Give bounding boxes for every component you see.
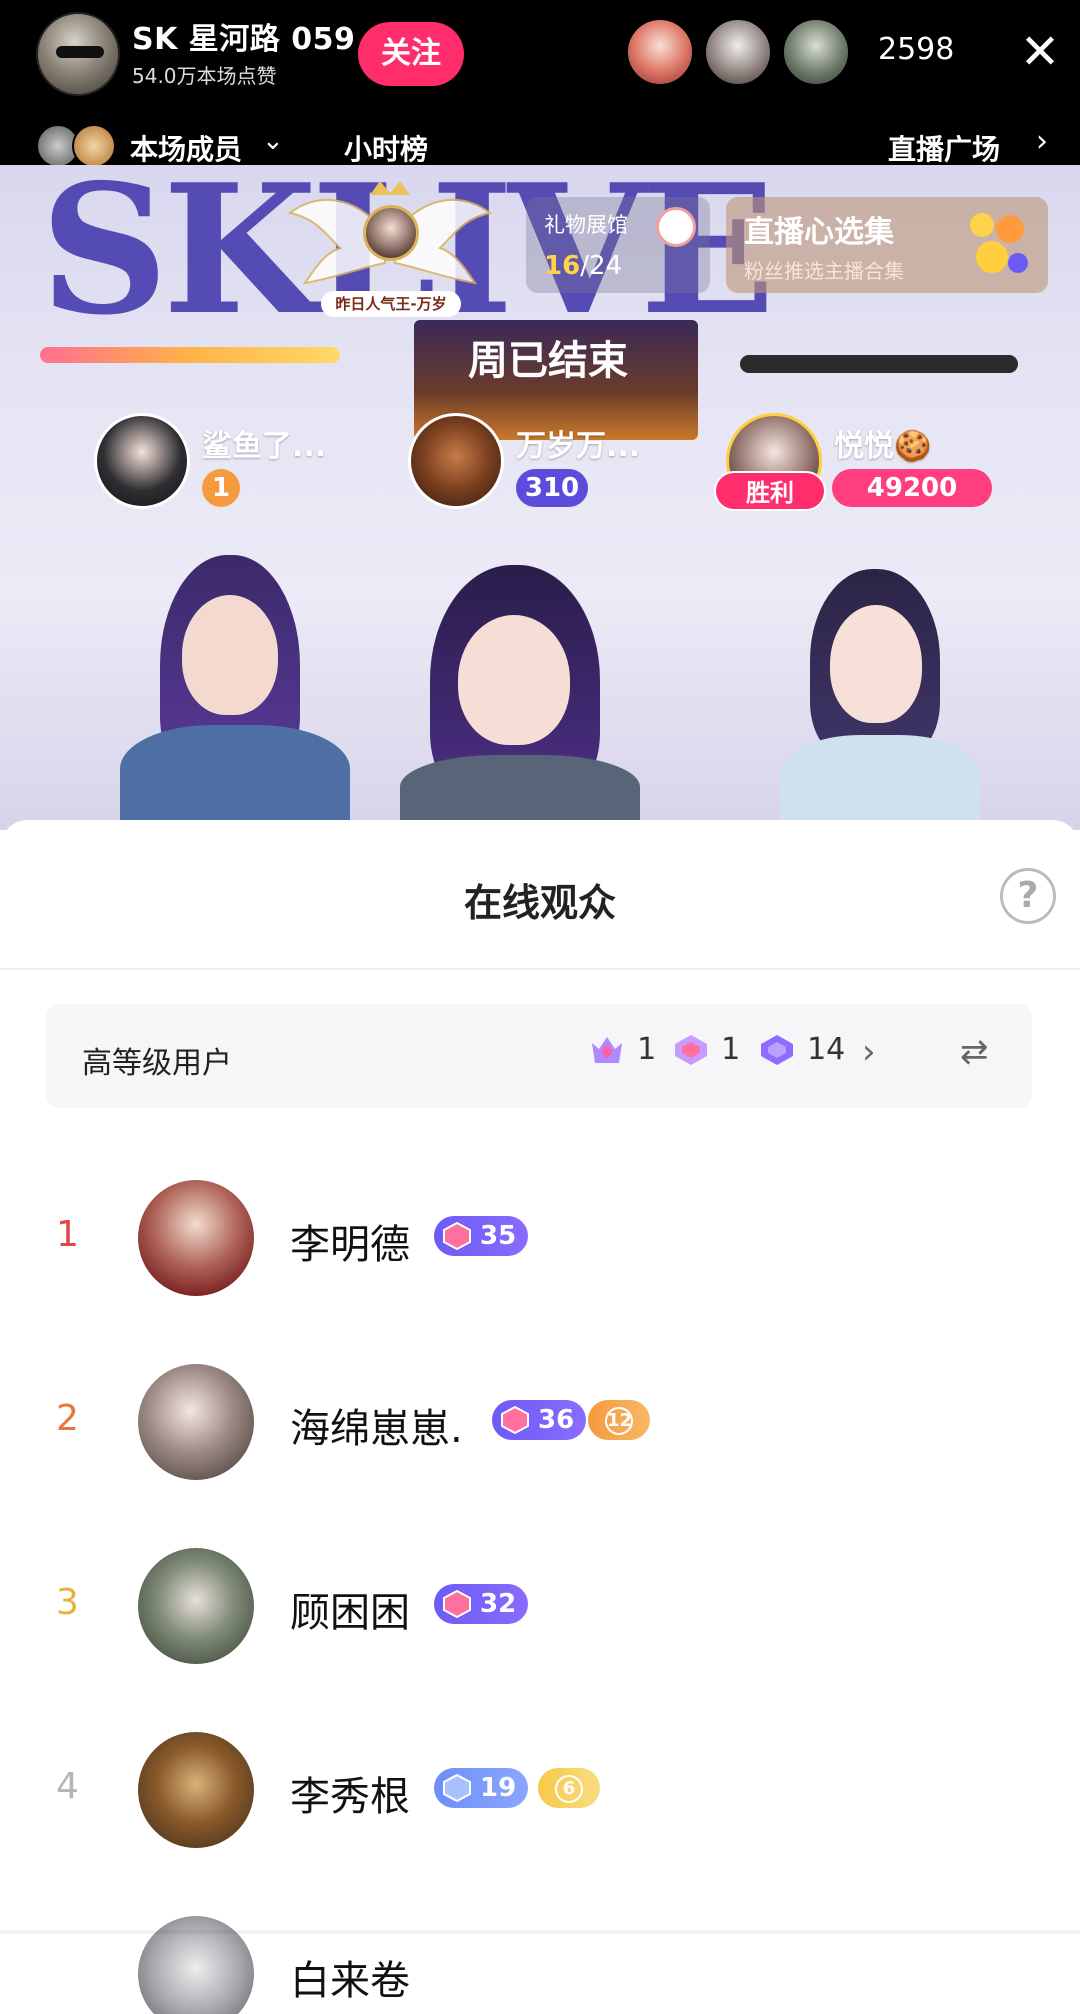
member-avatar <box>72 124 116 168</box>
tier-stat: 1 <box>588 1032 656 1080</box>
chevron-down-icon[interactable]: ⌄ <box>262 126 284 156</box>
rank-number: 4 <box>56 1766 79 1807</box>
swap-icon[interactable]: ⇄ <box>960 1032 989 1072</box>
viewer-name[interactable]: 海绵崽崽. <box>290 1396 463 1454</box>
top-bar: SK 星河路 059 54.0万本场点赞 关注 2598 ✕ 本场成员 ⌄ 小时… <box>0 0 1080 168</box>
rank-number: 1 <box>56 1214 79 1255</box>
level-badge: 32 <box>434 1584 529 1624</box>
fan-level-badge: 6 <box>538 1768 600 1808</box>
divider <box>0 968 1080 970</box>
bottom-shadow <box>0 1930 1080 1934</box>
viewer-name[interactable]: 白来卷 <box>290 1948 410 2006</box>
high-level-users-card[interactable]: 高等级用户 1 1 14 › ⇄ <box>46 1004 1032 1108</box>
weekly-banner-text: 周已结束 <box>468 338 628 384</box>
viewer-row[interactable]: 3 顾困困 32 <box>0 1540 1080 1670</box>
top-viewer-avatar[interactable] <box>704 18 772 86</box>
viewer-avatar[interactable] <box>138 1180 254 1296</box>
seat-name: 万岁万... <box>516 429 641 464</box>
curated-picks-subtitle: 粉丝推选主播合集 <box>744 259 904 283</box>
purple-gem-icon <box>761 1034 793 1065</box>
level-gem-icon <box>443 1590 471 1618</box>
live-plaza-link[interactable]: 直播广场 <box>888 128 1000 168</box>
fan-level-badge: 12 <box>588 1400 650 1440</box>
level-gem-icon <box>443 1222 471 1250</box>
seat-name: 悦悦🍪 <box>834 429 932 464</box>
seat-avatar[interactable] <box>408 413 504 509</box>
gift-hall-card[interactable]: 礼物展馆 16/24 <box>526 197 710 293</box>
top-viewer-avatar[interactable] <box>626 18 694 86</box>
pk-progress-bar-right <box>740 355 1018 373</box>
host-likes: 54.0万本场点赞 <box>132 64 277 88</box>
curated-picks-card[interactable]: 直播心选集 粉丝推选主播合集 <box>726 197 1048 293</box>
viewer-row[interactable]: 2 海绵崽崽. 36 12 <box>0 1356 1080 1486</box>
rank-number: 3 <box>56 1582 79 1623</box>
sheet-title: 在线观众 <box>463 881 616 925</box>
members-row: 本场成员 ⌄ 小时榜 直播广场 › <box>0 122 1080 168</box>
host-name[interactable]: SK 星河路 059 <box>132 14 355 58</box>
help-icon[interactable]: ? <box>1000 868 1056 924</box>
viewer-avatar[interactable] <box>138 1364 254 1480</box>
gift-hall-progress: 16/24 <box>544 251 623 281</box>
viewer-row[interactable]: 4 李秀根 19 6 <box>0 1724 1080 1854</box>
level-badge: 19 <box>434 1768 529 1808</box>
gift-icon <box>656 207 696 247</box>
tier-stat: 1 <box>672 1032 740 1080</box>
viewer-name[interactable]: 李明德 <box>290 1212 410 1270</box>
emblem-avatar <box>363 205 419 261</box>
rank-number: 2 <box>56 1398 79 1439</box>
popularity-emblem[interactable]: 昨日人气王-万岁 <box>285 173 495 333</box>
chevron-right-icon[interactable]: › <box>862 1032 876 1072</box>
crown-gem-icon <box>592 1036 622 1063</box>
live-stage: SKLIVE 昨日人气王-万岁 礼物展馆 16/24 直播心选集 粉丝推选主播合… <box>0 165 1080 830</box>
seat-name: 鲨鱼了... <box>202 429 327 464</box>
chevron-right-icon[interactable]: › <box>1036 124 1048 159</box>
emblem-caption: 昨日人气王-万岁 <box>321 291 461 317</box>
level-badge: 36 <box>492 1400 587 1440</box>
follow-button[interactable]: 关注 <box>358 22 464 86</box>
seat-score-badge: 49200 <box>832 469 992 507</box>
seat-avatar[interactable] <box>94 413 190 509</box>
pk-progress-bar-left <box>40 347 340 363</box>
hourly-rank-tab[interactable]: 小时榜 <box>344 128 428 168</box>
level-badge: 35 <box>434 1216 529 1256</box>
gift-hall-title: 礼物展馆 <box>544 213 628 237</box>
viewer-avatar[interactable] <box>138 1548 254 1664</box>
viewer-count[interactable]: 2598 <box>878 32 954 67</box>
level-gem-icon <box>501 1406 529 1434</box>
tier-label: 高等级用户 <box>82 1046 232 1081</box>
members-tab[interactable]: 本场成员 <box>130 128 242 168</box>
host-avatar[interactable] <box>36 12 120 96</box>
top-viewer-avatar[interactable] <box>782 18 850 86</box>
gift-box-icon <box>970 213 1028 273</box>
close-icon[interactable]: ✕ <box>1018 22 1062 82</box>
viewer-row[interactable]: 1 李明德 35 <box>0 1172 1080 1302</box>
level-gem-icon <box>443 1774 471 1802</box>
viewer-row[interactable]: 白来卷 <box>0 1908 1080 2014</box>
viewer-name[interactable]: 李秀根 <box>290 1764 410 1822</box>
tier-stat: 14 <box>758 1032 845 1080</box>
viewer-avatar[interactable] <box>138 1732 254 1848</box>
viewer-name[interactable]: 顾困困 <box>290 1580 410 1638</box>
online-audience-sheet: 在线观众 ? 高等级用户 1 1 14 › ⇄ 1 李明德 35 2 海绵崽崽.… <box>0 820 1080 2014</box>
win-badge: 胜利 <box>714 471 826 511</box>
seat-score-badge: 1 <box>202 469 240 507</box>
pink-gem-icon <box>675 1034 707 1065</box>
seat-score-badge: 310 <box>516 469 588 507</box>
curated-picks-title: 直播心选集 <box>744 215 894 250</box>
